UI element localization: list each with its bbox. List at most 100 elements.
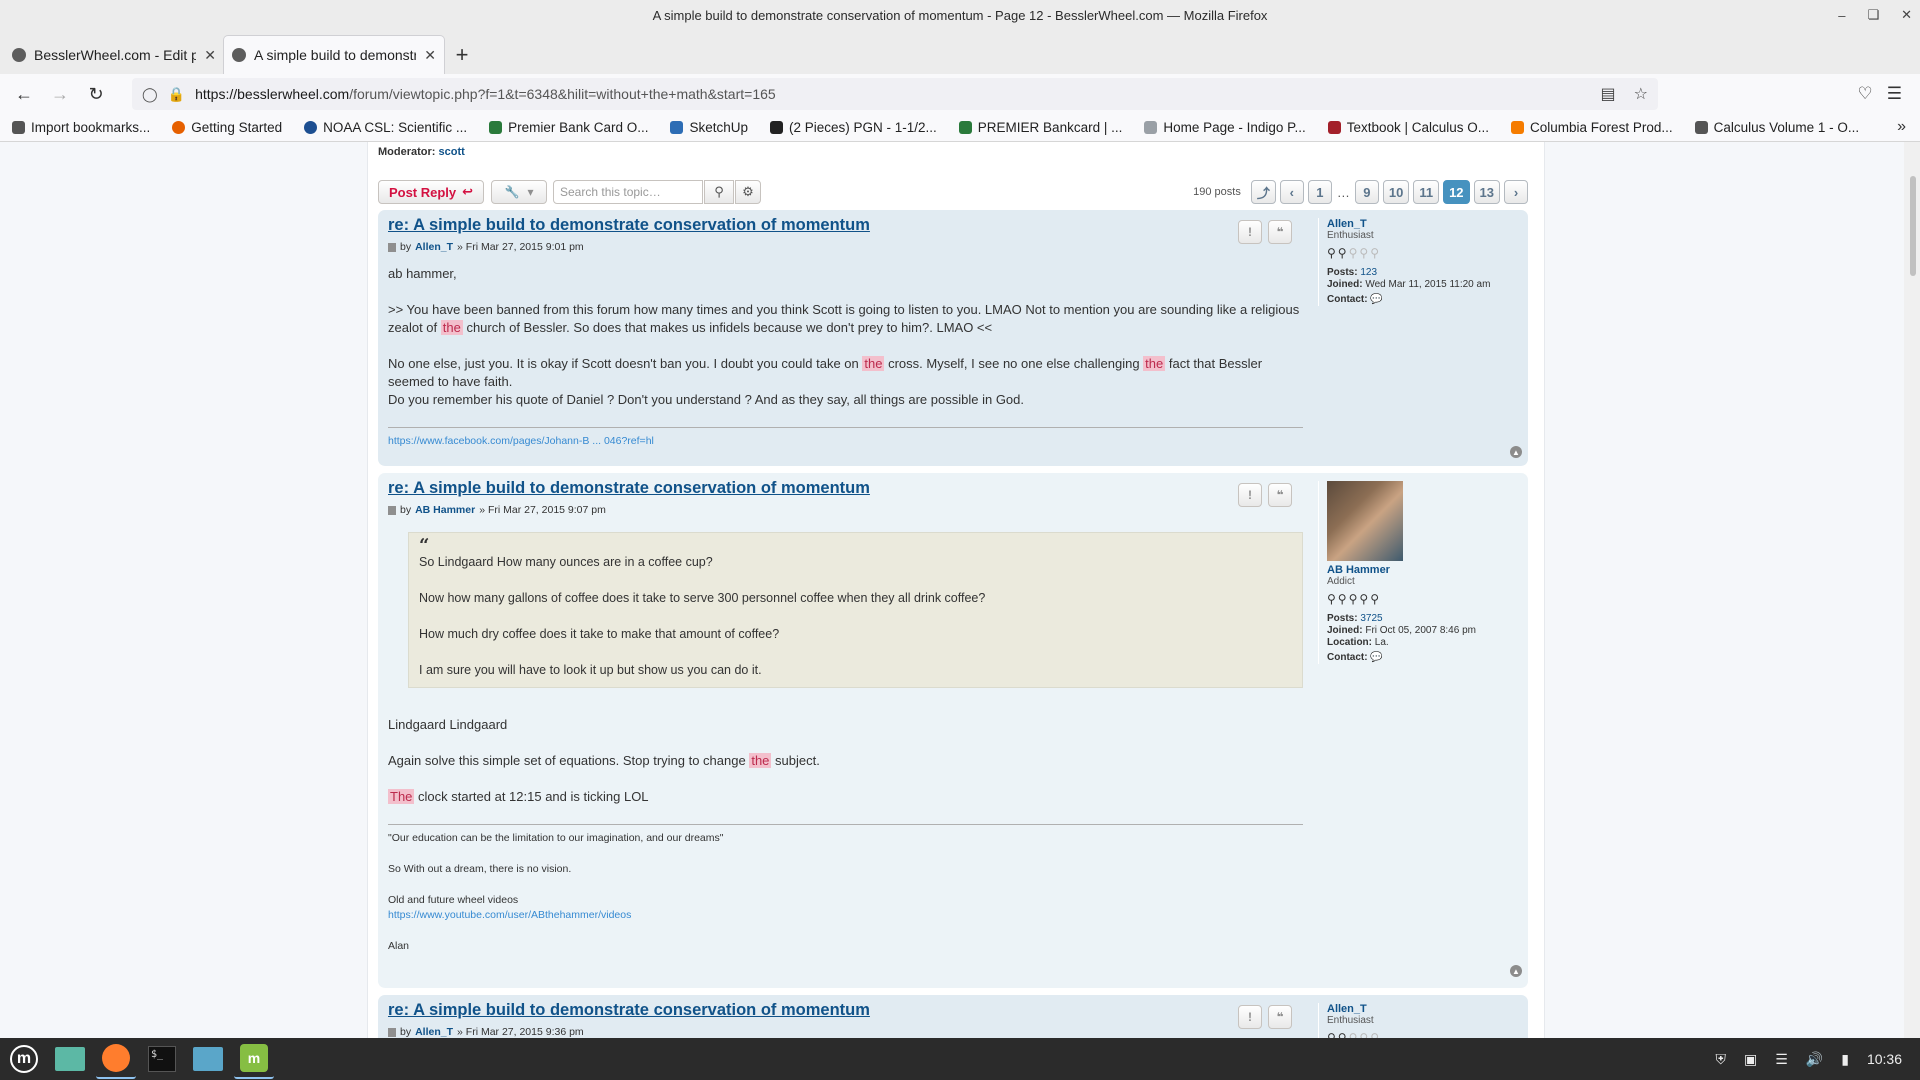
- author-link[interactable]: Allen_T: [415, 1026, 453, 1038]
- moderator-link[interactable]: scott: [439, 146, 465, 158]
- page-link[interactable]: 10: [1382, 180, 1410, 204]
- bookmark-favicon-icon: [172, 121, 186, 134]
- taskbar-mintinstall[interactable]: m: [234, 1039, 274, 1079]
- start-menu-button[interactable]: m: [4, 1039, 44, 1079]
- lock-icon[interactable]: 🔒: [168, 86, 185, 103]
- bookmark-item[interactable]: Columbia Forest Prod...: [1511, 120, 1673, 135]
- reload-icon[interactable]: ↻: [80, 78, 112, 110]
- bookmark-item[interactable]: Getting Started: [172, 120, 282, 135]
- post-author-line: by Allen_T » Fri Mar 27, 2015 9:36 pm: [388, 1026, 1303, 1038]
- close-tab-icon[interactable]: ✕: [424, 47, 436, 64]
- text: No one else, just you. It is okay if Sco…: [388, 356, 863, 371]
- bookmark-item[interactable]: PREMIER Bankcard | ...: [958, 120, 1122, 135]
- bookmarks-toolbar: Import bookmarks... Getting Started NOAA…: [0, 114, 1920, 142]
- profile-contact: Contact: 💬: [1327, 294, 1518, 306]
- scrollbar-thumb[interactable]: [1910, 176, 1916, 276]
- tab-strip: BesslerWheel.com - Edit po ✕ A simple bu…: [0, 30, 1920, 74]
- pocket-icon[interactable]: ♡: [1858, 84, 1873, 104]
- post-title[interactable]: re: A simple build to demonstrate conser…: [388, 1001, 1303, 1020]
- key-icon: ⚲: [1359, 246, 1369, 260]
- post-title[interactable]: re: A simple build to demonstrate conser…: [388, 479, 1303, 498]
- report-button[interactable]: !: [1238, 483, 1262, 507]
- search-topic-input[interactable]: Search this topic…: [553, 180, 703, 204]
- bookmark-star-icon[interactable]: ☆: [1634, 84, 1648, 104]
- contact-bubble-icon[interactable]: 💬: [1370, 294, 1382, 305]
- quote-button[interactable]: ❝: [1268, 220, 1292, 244]
- clock[interactable]: 10:36: [1867, 1051, 1902, 1067]
- restore-icon[interactable]: ❏: [1867, 7, 1879, 23]
- bookmark-item[interactable]: Import bookmarks...: [12, 120, 150, 135]
- author-link[interactable]: AB Hammer: [415, 504, 475, 516]
- profile-posts: Posts: 3725: [1327, 613, 1518, 625]
- menu-icon[interactable]: ☰: [1887, 84, 1902, 104]
- shield-icon[interactable]: ◯: [142, 86, 158, 103]
- page-link[interactable]: 11: [1413, 180, 1440, 204]
- quote-button[interactable]: ❝: [1268, 1005, 1292, 1029]
- bookmark-item[interactable]: Home Page - Indigo P...: [1144, 120, 1306, 135]
- close-window-icon[interactable]: ✕: [1901, 7, 1912, 23]
- shield-tray-icon[interactable]: ⛨: [1716, 1051, 1727, 1068]
- page-link[interactable]: 1: [1307, 180, 1332, 204]
- bookmark-item[interactable]: SketchUp: [670, 120, 748, 135]
- reader-view-icon[interactable]: ▤: [1601, 84, 1616, 104]
- taskbar-firefox[interactable]: [96, 1039, 136, 1079]
- bookmark-item[interactable]: NOAA CSL: Scientific ...: [304, 120, 467, 135]
- next-page-button[interactable]: ›: [1504, 180, 1528, 204]
- back-to-top-icon[interactable]: ▲: [1510, 965, 1522, 977]
- topic-tools-button[interactable]: 🔧 ▾: [491, 180, 547, 204]
- close-tab-icon[interactable]: ✕: [204, 47, 216, 64]
- minimize-icon[interactable]: –: [1838, 8, 1845, 23]
- signature-link[interactable]: https://www.youtube.com/user/ABthehammer…: [388, 909, 631, 921]
- jump-to-page-button[interactable]: ⤴: [1250, 180, 1276, 204]
- signature-link[interactable]: https://www.facebook.com/pages/Johann-B …: [388, 435, 654, 447]
- profile-username[interactable]: Allen_T: [1327, 1003, 1518, 1015]
- posts-count-link[interactable]: 3725: [1360, 613, 1382, 624]
- post-icon[interactable]: [388, 505, 396, 515]
- bookmark-item[interactable]: Textbook | Calculus O...: [1327, 120, 1489, 135]
- bookmark-item[interactable]: Calculus Volume 1 - O...: [1694, 120, 1859, 135]
- battery-icon[interactable]: ▮: [1841, 1051, 1849, 1068]
- posts-count-link[interactable]: 123: [1360, 267, 1377, 278]
- report-button[interactable]: !: [1238, 1005, 1262, 1029]
- url-bar[interactable]: ◯ 🔒 https://besslerwheel.com/forum/viewt…: [132, 78, 1658, 110]
- bookmark-item[interactable]: (2 Pieces) PGN - 1-1/2...: [770, 120, 937, 135]
- avatar[interactable]: [1327, 481, 1403, 561]
- forward-icon[interactable]: →: [44, 78, 76, 110]
- taskbar-folder[interactable]: [188, 1039, 228, 1079]
- wifi-icon[interactable]: ☰: [1775, 1051, 1788, 1068]
- contact-bubble-icon[interactable]: 💬: [1370, 652, 1382, 663]
- quote-button[interactable]: ❝: [1268, 483, 1292, 507]
- page-scrollbar[interactable]: [1904, 142, 1920, 1038]
- taskbar-terminal[interactable]: $_: [142, 1039, 182, 1079]
- page-link[interactable]: 13: [1473, 180, 1500, 204]
- author-link[interactable]: Allen_T: [415, 241, 453, 253]
- back-icon[interactable]: ←: [8, 78, 40, 110]
- label: Posts:: [1327, 267, 1358, 278]
- report-button[interactable]: !: [1238, 220, 1262, 244]
- more-bookmarks-icon[interactable]: »: [1897, 118, 1906, 136]
- tab-topic[interactable]: A simple build to demonstra ✕: [224, 36, 444, 74]
- volume-icon[interactable]: 🔊: [1806, 1051, 1823, 1068]
- new-tab-button[interactable]: +: [444, 36, 480, 74]
- profile-username[interactable]: AB Hammer: [1327, 564, 1518, 576]
- post-icon[interactable]: [388, 242, 396, 252]
- clipboard-icon[interactable]: ▣: [1744, 1051, 1757, 1068]
- key-icon: ⚲: [1348, 592, 1358, 606]
- taskbar-files[interactable]: [50, 1039, 90, 1079]
- post-reply-button[interactable]: Post Reply ↩: [378, 180, 484, 204]
- bookmark-item[interactable]: Premier Bank Card O...: [489, 120, 648, 135]
- advanced-search-button[interactable]: ⚙: [735, 180, 761, 204]
- previous-page-button[interactable]: ‹: [1279, 180, 1304, 204]
- post-paragraph: The clock started at 12:15 and is tickin…: [388, 788, 1303, 806]
- profile-username[interactable]: Allen_T: [1327, 218, 1518, 230]
- post-icon[interactable]: [388, 1027, 396, 1037]
- profile-rank: Enthusiast: [1327, 230, 1374, 241]
- search-button[interactable]: ⚲: [704, 180, 734, 204]
- tab-edit-post[interactable]: BesslerWheel.com - Edit po ✕: [4, 36, 224, 74]
- back-to-top-icon[interactable]: ▲: [1510, 446, 1522, 458]
- post-title[interactable]: re: A simple build to demonstrate conser…: [388, 216, 1303, 235]
- page-ellipsis: …: [1336, 184, 1350, 200]
- page-link[interactable]: 9: [1354, 180, 1379, 204]
- text: cross. Myself, I see no one else challen…: [884, 356, 1144, 371]
- action-bar: Post Reply ↩ 🔧 ▾ Search this topic… ⚲ ⚙ 19…: [378, 180, 1528, 206]
